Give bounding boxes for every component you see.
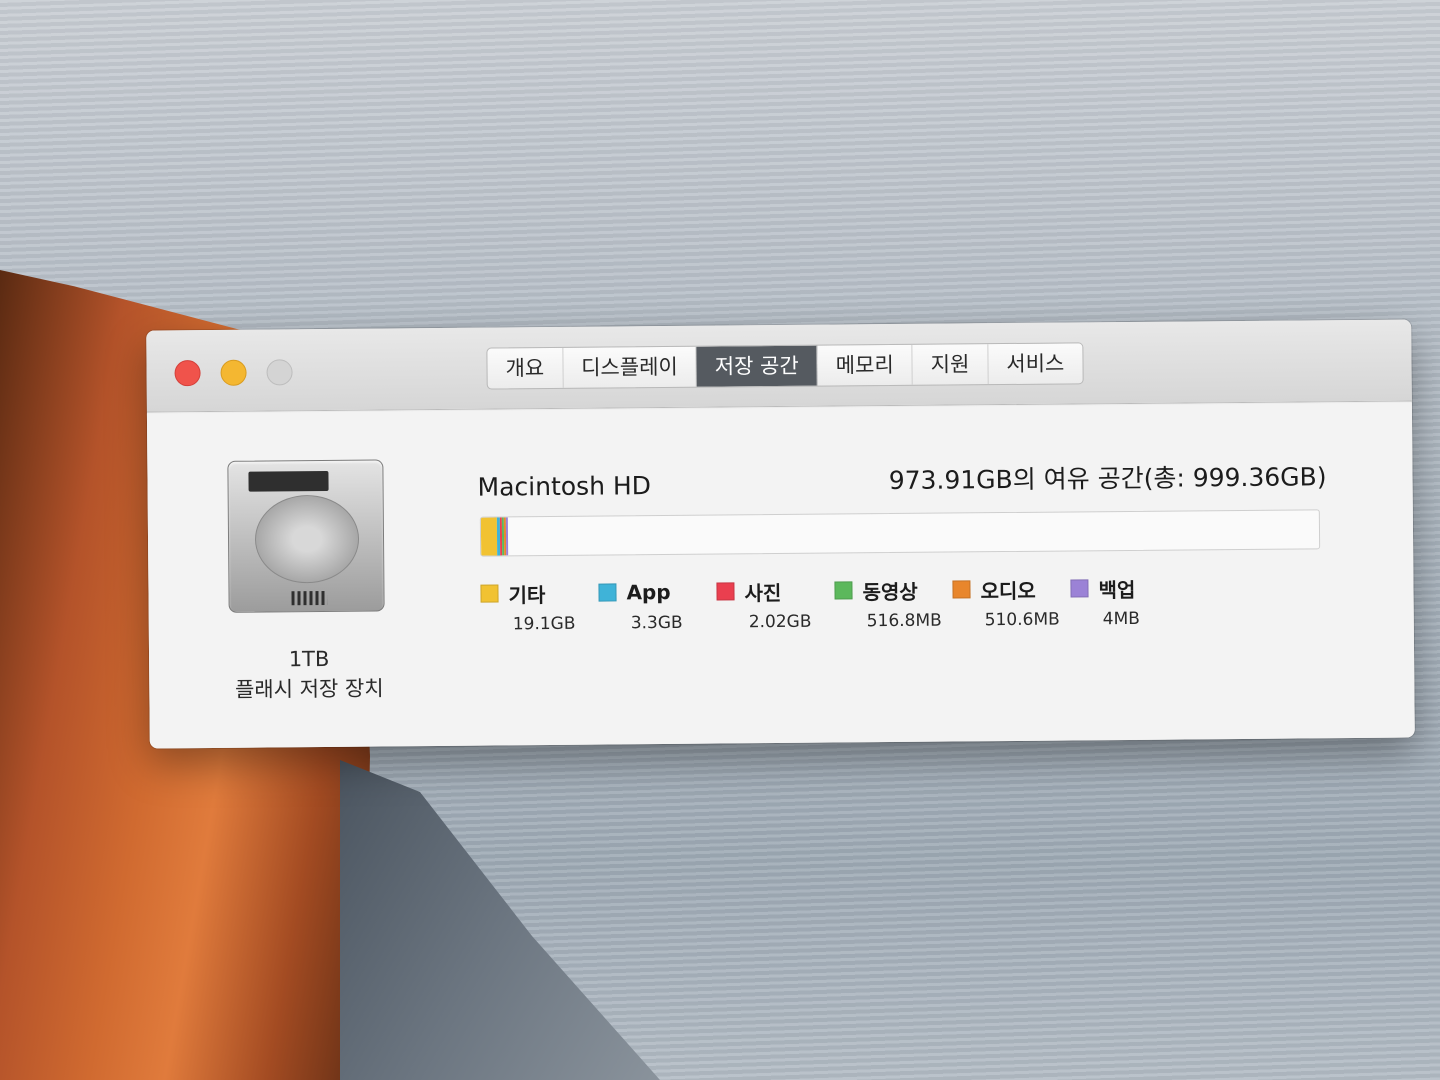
minimize-button[interactable] — [220, 359, 247, 386]
swatch-backups — [1070, 579, 1089, 598]
legend-label: 사진 — [744, 580, 782, 605]
legend-size: 510.6MB — [984, 609, 1060, 631]
hard-drive-icon — [227, 459, 385, 613]
legend-label: App — [626, 579, 671, 605]
legend-size: 3.3GB — [630, 612, 683, 634]
tab-service[interactable]: 서비스 — [988, 343, 1082, 384]
tab-support[interactable]: 지원 — [912, 344, 989, 385]
volume-name: Macintosh HD — [477, 471, 652, 502]
storage-panel: 1TB 플래시 저장 장치 Macintosh HD 973.91GB의 여유 … — [146, 402, 1415, 749]
tab-displays[interactable]: 디스플레이 — [563, 346, 697, 388]
tab-memory[interactable]: 메모리 — [817, 344, 913, 386]
drive-label — [248, 470, 329, 492]
close-button[interactable] — [174, 360, 201, 387]
legend-label: 오디오 — [980, 578, 1036, 603]
swatch-apps — [598, 583, 617, 602]
storage-usage-bar[interactable] — [479, 509, 1321, 557]
window-titlebar: 개요 디스플레이 저장 공간 메모리 지원 서비스 — [146, 319, 1412, 413]
legend-label: 기타 — [508, 582, 546, 607]
tab-storage[interactable]: 저장 공간 — [696, 345, 818, 387]
legend-size: 19.1GB — [512, 613, 576, 635]
about-this-mac-window: 개요 디스플레이 저장 공간 메모리 지원 서비스 1TB 플래시 저장 장치 … — [146, 319, 1415, 749]
swatch-photos — [716, 582, 735, 601]
legend-item-backups: 백업 4MB — [1070, 572, 1182, 629]
disk-capacity: 1TB — [288, 646, 330, 672]
drive-grill — [291, 590, 328, 606]
usage-segment — [480, 517, 498, 556]
legend-label: 백업 — [1098, 577, 1136, 602]
tab-overview[interactable]: 개요 — [487, 347, 564, 389]
zoom-button — [266, 359, 293, 386]
legend-label: 동영상 — [862, 579, 918, 604]
legend-size: 4MB — [1102, 608, 1140, 630]
legend-size: 516.8MB — [866, 610, 942, 632]
free-space-text: 973.91GB의 여유 공간(총: 999.36GB) — [888, 462, 1327, 496]
swatch-other — [480, 584, 499, 603]
swatch-audio — [952, 580, 971, 599]
legend-item-other: 기타 19.1GB — [480, 578, 592, 635]
tab-bar: 개요 디스플레이 저장 공간 메모리 지원 서비스 — [486, 342, 1084, 390]
drive-platter — [254, 494, 360, 584]
swatch-movies — [834, 581, 853, 600]
disk-caption: 1TB 플래시 저장 장치 — [219, 643, 400, 705]
legend-size: 2.02GB — [748, 611, 812, 633]
usage-segment — [505, 517, 509, 556]
disk-type: 플래시 저장 장치 — [234, 676, 384, 702]
legend-item-movies: 동영상 516.8MB — [834, 575, 946, 632]
legend-item-photos: 사진 2.02GB — [716, 576, 828, 633]
legend-item-apps: App 3.3GB — [598, 577, 710, 634]
legend-item-audio: 오디오 510.6MB — [952, 574, 1064, 631]
storage-legend: 기타 19.1GB App 3.3GB 사진 2.02GB 동영상 516.8M… — [480, 572, 1188, 634]
